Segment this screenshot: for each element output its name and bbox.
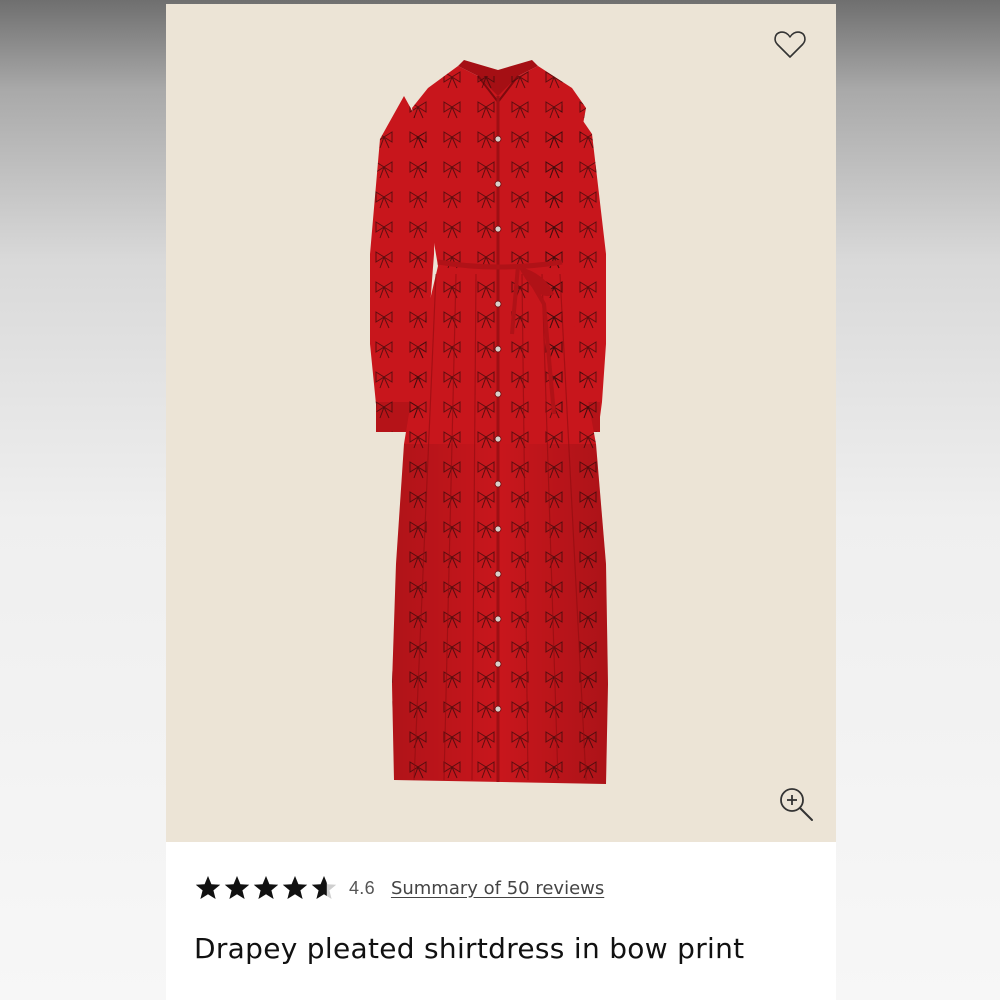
product-info: 4.6 Summary of 50 reviews Drapey pleated… — [166, 842, 836, 1000]
star-icon — [282, 876, 308, 899]
product-card: 4.6 Summary of 50 reviews Drapey pleated… — [166, 4, 836, 1000]
dress-illustration — [370, 60, 608, 784]
product-title: Drapey pleated shirtdress in bow print — [194, 932, 745, 965]
reviews-summary-link[interactable]: Summary of 50 reviews — [391, 878, 604, 899]
rating-row: 4.6 Summary of 50 reviews — [194, 872, 604, 904]
star-icon — [224, 876, 250, 899]
star-icon — [195, 876, 221, 899]
wishlist-heart-icon[interactable] — [772, 26, 808, 62]
product-image[interactable] — [166, 4, 836, 842]
star-icon — [311, 876, 337, 899]
star-icon — [253, 876, 279, 899]
zoom-in-icon[interactable] — [778, 786, 816, 824]
star-rating[interactable] — [194, 874, 339, 902]
rating-value: 4.6 — [349, 877, 375, 898]
